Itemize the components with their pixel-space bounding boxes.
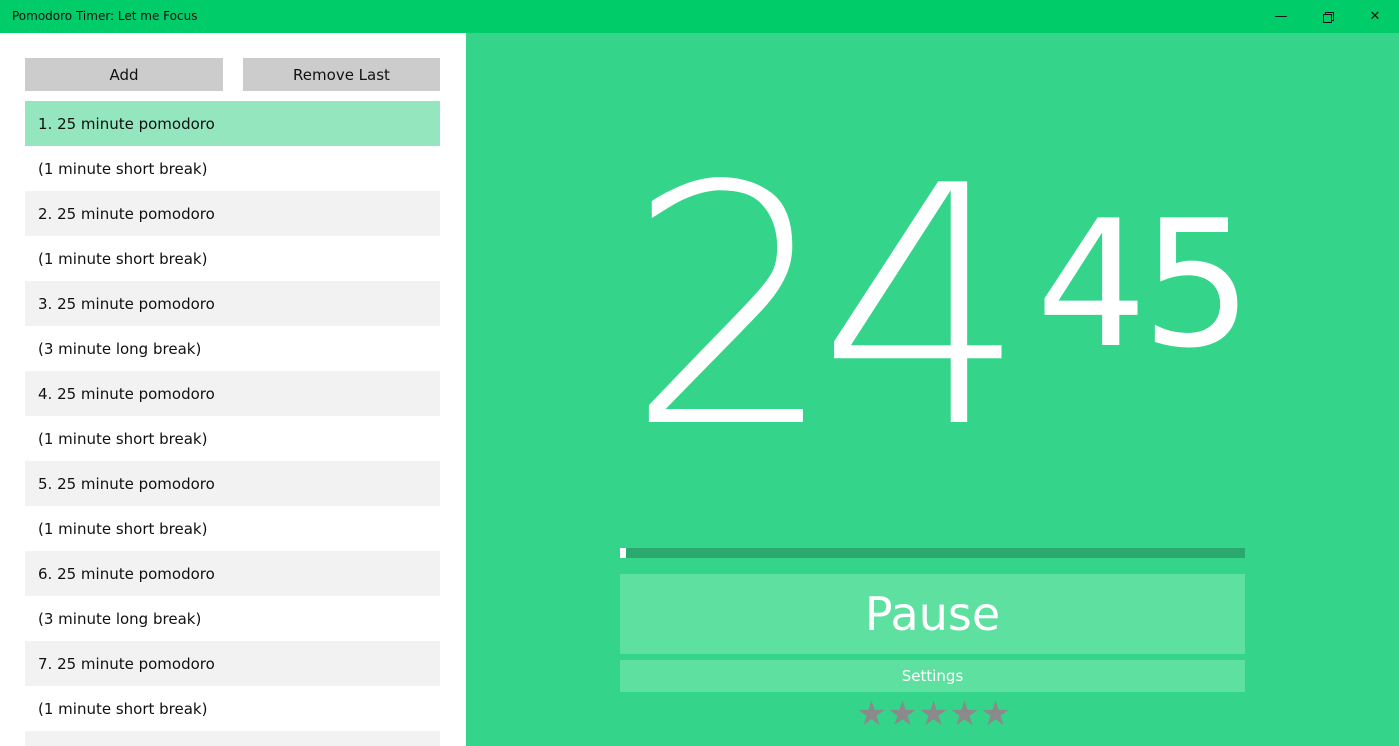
rating-stars[interactable]: ★ ★ ★ ★ ★ (856, 696, 1011, 732)
close-button[interactable]: ✕ (1352, 0, 1398, 33)
list-item[interactable]: 7. 25 minute pomodoro (25, 641, 440, 686)
star-icon[interactable]: ★ (856, 696, 887, 732)
remove-last-button[interactable]: Remove Last (243, 58, 440, 91)
list-item[interactable]: (1 minute short break) (25, 416, 440, 461)
list-item-active[interactable]: 1. 25 minute pomodoro (25, 101, 440, 146)
list-item[interactable]: 3. 25 minute pomodoro (25, 281, 440, 326)
minimize-button[interactable]: — (1258, 0, 1304, 33)
timer-seconds: 45 (1036, 184, 1253, 387)
list-item[interactable]: 4. 25 minute pomodoro (25, 371, 440, 416)
list-item[interactable]: (1 minute short break) (25, 506, 440, 551)
star-icon[interactable]: ★ (949, 696, 980, 732)
star-icon[interactable]: ★ (980, 696, 1011, 732)
timer-pane: 24 45 Pause Settings ★ ★ ★ ★ ★ (466, 33, 1399, 746)
list-item[interactable]: (1 minute short break) (25, 236, 440, 281)
list-item[interactable]: 6. 25 minute pomodoro (25, 551, 440, 596)
add-button[interactable]: Add (25, 58, 223, 91)
progress-fill (620, 548, 627, 558)
restore-button[interactable] (1305, 0, 1351, 33)
list-item[interactable]: 2. 25 minute pomodoro (25, 191, 440, 236)
timer-minutes: 24 (626, 116, 1028, 500)
list-item[interactable]: (1 minute short break) (25, 146, 440, 191)
title-bar: Pomodoro Timer: Let me Focus — ✕ (0, 0, 1399, 33)
settings-button[interactable]: Settings (620, 660, 1245, 692)
pause-button[interactable]: Pause (620, 574, 1245, 654)
list-item[interactable]: (1 minute short break) (25, 686, 440, 731)
star-icon[interactable]: ★ (887, 696, 918, 732)
pomodoro-list[interactable]: 1. 25 minute pomodoro (1 minute short bre… (25, 101, 440, 746)
list-item[interactable] (25, 731, 440, 746)
star-icon[interactable]: ★ (918, 696, 949, 732)
list-item[interactable]: (3 minute long break) (25, 326, 440, 371)
minimize-icon: — (1274, 9, 1288, 24)
close-icon: ✕ (1369, 9, 1381, 24)
pomodoro-queue-pane: Add Remove Last 1. 25 minute pomodoro (1 … (0, 33, 466, 746)
window-title: Pomodoro Timer: Let me Focus (12, 9, 198, 23)
list-item[interactable]: (3 minute long break) (25, 596, 440, 641)
progress-bar (620, 548, 1245, 558)
restore-icon (1323, 11, 1334, 23)
list-item[interactable]: 5. 25 minute pomodoro (25, 461, 440, 506)
